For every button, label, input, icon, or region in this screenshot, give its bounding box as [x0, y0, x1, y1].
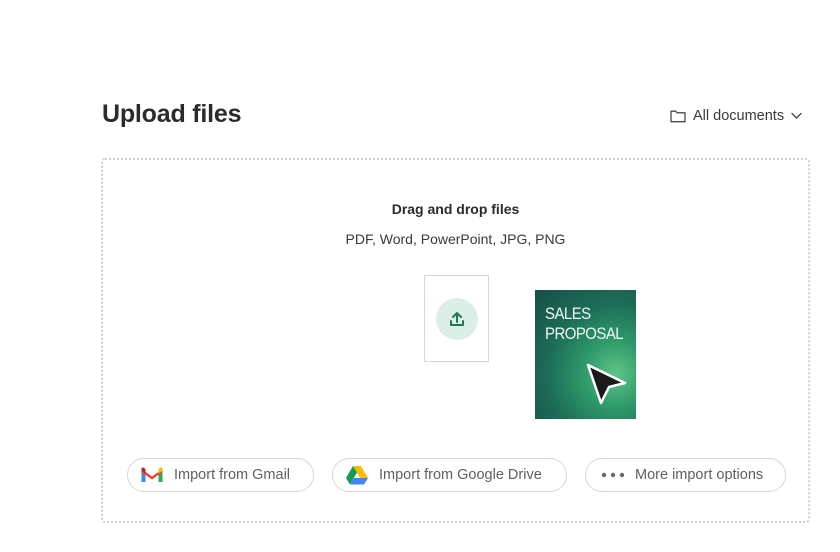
import-from-google-drive-label: Import from Google Drive: [379, 467, 542, 483]
gmail-icon: [140, 466, 164, 484]
upload-dropzone[interactable]: Drag and drop files PDF, Word, PowerPoin…: [101, 158, 810, 523]
import-from-gmail-button[interactable]: Import from Gmail: [127, 458, 314, 492]
document-title-line2: PROPOSAL: [545, 324, 624, 343]
upload-target-card[interactable]: [424, 275, 489, 362]
page-title: Upload files: [102, 100, 242, 128]
more-import-options-button[interactable]: More import options: [585, 458, 786, 492]
pointer-cursor-icon: [585, 362, 629, 413]
more-dots-icon: [601, 466, 625, 484]
google-drive-icon: [345, 466, 369, 485]
upload-icon: [436, 298, 478, 340]
dropzone-formats: PDF, Word, PowerPoint, JPG, PNG: [345, 231, 566, 247]
folder-selector-label: All documents: [693, 108, 785, 124]
folder-icon: [670, 109, 686, 123]
folder-selector[interactable]: All documents: [670, 106, 802, 126]
more-import-options-label: More import options: [635, 467, 764, 483]
document-title: SALES PROPOSAL: [545, 304, 624, 344]
chevron-down-icon: [791, 112, 802, 120]
dropzone-title: Drag and drop files: [391, 201, 520, 217]
import-options: Import from Gmail Import from Google Dri…: [103, 458, 808, 492]
dragged-document-thumbnail[interactable]: SALES PROPOSAL: [535, 290, 636, 419]
document-title-line1: SALES: [545, 304, 591, 323]
import-from-gmail-label: Import from Gmail: [174, 467, 291, 483]
import-from-google-drive-button[interactable]: Import from Google Drive: [332, 458, 567, 492]
